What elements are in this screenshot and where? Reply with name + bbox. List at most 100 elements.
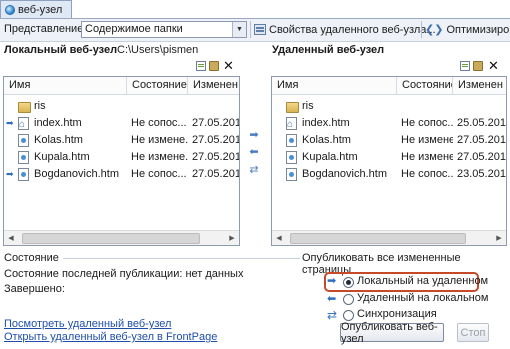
htm-file-icon	[18, 168, 29, 181]
globe-icon	[5, 4, 15, 15]
chevron-down-icon[interactable]: ▼	[232, 22, 246, 37]
radio-remote-to-local[interactable]	[343, 294, 354, 305]
file-name: Kolas.htm	[302, 134, 351, 146]
file-modified: 27.05.2010	[192, 117, 239, 129]
remote-to-local-arrow-icon: ⬅	[327, 293, 337, 305]
scroll-right-icon[interactable]: ▶	[492, 231, 506, 245]
new-page-icon[interactable]	[460, 61, 470, 71]
column-modified[interactable]: Изменен	[453, 77, 506, 94]
new-folder-icon[interactable]	[473, 61, 483, 71]
view-remote-site-link[interactable]: Посмотреть удаленный веб-узел	[4, 318, 171, 330]
file-modified: 27.05.2010	[192, 134, 239, 146]
local-site-path: C:\Users\pismen	[117, 44, 199, 56]
column-modified[interactable]: Изменен	[188, 77, 239, 94]
file-modified: 27.05.2010	[192, 151, 239, 163]
scrollbar-thumb[interactable]	[290, 233, 466, 244]
local-file-list[interactable]: Имя Состояние Изменен ris ➡ index.htm Не со…	[3, 76, 240, 246]
remote-file-row[interactable]: Kolas.htm Не измене... 27.05.2010	[272, 132, 506, 149]
option-synchronize-label[interactable]: Синхронизация	[357, 308, 437, 320]
new-folder-icon[interactable]	[209, 61, 219, 71]
file-status: Не измене...	[401, 151, 453, 163]
folder-icon	[18, 102, 31, 113]
optimize-button[interactable]: ❮❯ Оптимизиров	[425, 21, 510, 38]
publish-right-arrow-icon[interactable]: ➡	[249, 130, 259, 141]
optimize-label: Оптимизиров	[446, 23, 510, 36]
option-remote-to-local-label[interactable]: Удаленный на локальном	[357, 292, 488, 304]
local-file-row[interactable]: Kolas.htm Не измене... 27.05.2010	[4, 132, 239, 149]
delete-icon[interactable]: ✕	[223, 59, 234, 72]
tab-label: веб-узел	[18, 3, 63, 16]
local-file-row[interactable]: ➡ Bogdanovich.htm Не сопос... 27.05.2010	[4, 166, 239, 183]
stop-button[interactable]: Стоп	[457, 323, 489, 342]
radio-synchronize[interactable]	[343, 310, 354, 321]
remote-file-row[interactable]: Bogdanovich.htm Не сопос... 23.05.2010	[272, 166, 506, 183]
scroll-left-icon[interactable]: ◀	[4, 231, 18, 245]
remote-file-row[interactable]: ris	[272, 98, 506, 115]
htm-file-icon	[18, 134, 29, 147]
file-name: ris	[34, 100, 46, 112]
radio-local-to-remote[interactable]	[343, 277, 354, 288]
local-file-row[interactable]: ➡ index.htm Не сопос... 27.05.2010	[4, 115, 239, 133]
file-status: Не сопос...	[131, 117, 187, 129]
file-status: Не измене...	[131, 151, 188, 163]
htm-file-icon	[286, 151, 297, 164]
view-select-value: Содержимое папки	[85, 23, 183, 35]
scroll-right-icon[interactable]: ▶	[225, 231, 239, 245]
local-file-row[interactable]: Kupala.htm Не измене... 27.05.2010	[4, 149, 239, 166]
new-page-icon[interactable]	[196, 61, 206, 71]
remote-column-header: Имя Состояние Изменен	[272, 77, 506, 95]
file-name: Kupala.htm	[34, 151, 90, 163]
remote-properties-label: Свойства удаленного веб-узла...	[269, 23, 436, 36]
status-divider	[60, 258, 300, 259]
synchronize-icon: ⇄	[327, 308, 338, 322]
local-to-remote-arrow-icon: ➡	[327, 275, 337, 287]
scrollbar-thumb[interactable]	[22, 233, 200, 244]
column-status[interactable]: Состояние	[127, 77, 188, 94]
publish-pending-arrow-icon: ➡	[6, 169, 14, 179]
file-status: Не сопос...	[401, 168, 453, 180]
home-page-icon	[286, 116, 297, 133]
remote-site-title: Удаленный веб-узел	[272, 44, 385, 56]
publish-pending-arrow-icon: ➡	[6, 118, 14, 128]
file-modified: 27.05.2010	[192, 168, 239, 180]
view-label: Представление	[4, 23, 84, 35]
status-section-title: Состояние	[4, 252, 63, 264]
view-select[interactable]: Содержимое папки ▼	[81, 21, 247, 38]
remote-properties-button[interactable]: Свойства удаленного веб-узла...	[254, 21, 436, 38]
file-name: index.htm	[34, 117, 82, 129]
column-status[interactable]: Состояние	[397, 77, 453, 94]
toolbar-separator	[421, 21, 422, 38]
column-name[interactable]: Имя	[4, 77, 127, 94]
remote-horizontal-scrollbar[interactable]: ◀ ▶	[272, 230, 506, 245]
htm-file-icon	[286, 168, 297, 181]
delete-icon[interactable]: ✕	[488, 59, 499, 72]
completed-label: Завершено:	[4, 283, 65, 295]
local-file-row[interactable]: ris	[4, 98, 239, 115]
remote-file-row[interactable]: Kupala.htm Не измене... 27.05.2010	[272, 149, 506, 166]
htm-file-icon	[18, 151, 29, 164]
file-name: Kolas.htm	[34, 134, 83, 146]
optimize-icon: ❮❯	[425, 24, 444, 36]
file-status: Не сопос...	[401, 117, 453, 129]
file-name: Kupala.htm	[302, 151, 358, 163]
open-remote-in-frontpage-link[interactable]: Открыть удаленный веб-узел в FrontPage	[4, 331, 217, 343]
file-modified: 27.05.2010	[457, 134, 507, 146]
file-status: Не измене...	[131, 134, 188, 146]
file-status: Не измене...	[401, 134, 453, 146]
scroll-left-icon[interactable]: ◀	[272, 231, 286, 245]
file-status: Не сопос...	[131, 168, 187, 180]
local-site-title: Локальный веб-узел	[4, 44, 118, 56]
publish-left-arrow-icon[interactable]: ⬅	[249, 147, 259, 158]
file-name: Bogdanovich.htm	[302, 168, 387, 180]
home-page-icon	[18, 116, 29, 133]
publish-site-button[interactable]: Опубликовать веб-узел	[340, 321, 444, 345]
remote-file-row[interactable]: index.htm Не сопос... 25.05.2010	[272, 115, 506, 133]
tab-web-site[interactable]: веб-узел	[0, 0, 72, 18]
option-local-to-remote-label[interactable]: Локальный на удаленном	[357, 275, 488, 287]
toolbar-separator	[250, 21, 251, 38]
local-horizontal-scrollbar[interactable]: ◀ ▶	[4, 230, 239, 245]
remote-file-list[interactable]: Имя Состояние Изменен ris index.htm Не соп…	[271, 76, 507, 246]
file-modified: 23.05.2010	[457, 168, 507, 180]
column-name[interactable]: Имя	[272, 77, 397, 94]
synchronize-arrows-icon[interactable]: ⇄	[249, 165, 259, 176]
